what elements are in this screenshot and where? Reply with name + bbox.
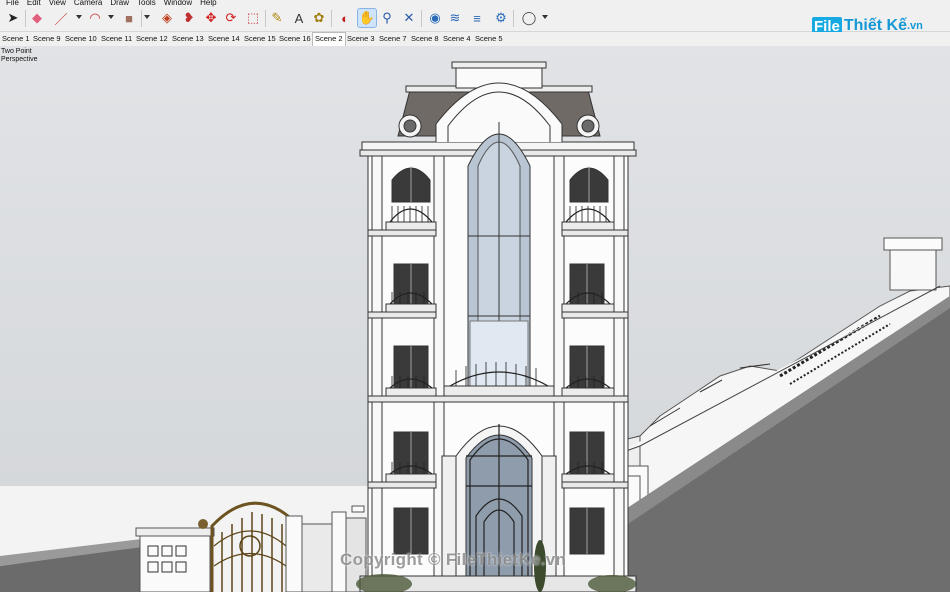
building-model-scene	[0, 46, 950, 592]
main-building	[359, 61, 637, 592]
menu-window[interactable]: Window	[164, 0, 192, 7]
chevron-down-icon[interactable]	[76, 15, 82, 19]
camera-mode-line1: Two Point	[1, 48, 32, 55]
chevron-down-icon[interactable]	[542, 15, 548, 19]
push-pull-icon[interactable]: ◈	[158, 9, 176, 27]
zoom-extents-icon[interactable]: ✕	[400, 9, 418, 27]
scene-tabs: Scene 1 Scene 9 Scene 10 Scene 11 Scene 12 Sc…	[0, 32, 950, 46]
toolbar-separator	[421, 10, 422, 27]
tape-measure-icon[interactable]: ✎	[268, 9, 286, 27]
rotate-icon[interactable]: ⟳	[222, 9, 240, 27]
zoom-icon[interactable]: ⚲	[378, 9, 396, 27]
menu-view[interactable]: View	[49, 0, 66, 7]
tab-scene-12[interactable]: Scene 12	[134, 33, 170, 45]
tab-scene-1[interactable]: Scene 1	[0, 33, 32, 45]
camera-mode-line2: Perspective	[1, 56, 38, 63]
toolbar-separator	[25, 10, 26, 27]
account-icon[interactable]: ◯	[520, 9, 538, 27]
toolbar-separator	[141, 10, 142, 27]
menu-help[interactable]: Help	[200, 0, 216, 7]
model-viewport[interactable]: Two Point Perspective Copyright © FileTh…	[0, 46, 950, 592]
menu-camera[interactable]: Camera	[74, 0, 102, 7]
menu-tools[interactable]: Tools	[137, 0, 156, 7]
select-arrow-icon[interactable]: ➤	[4, 9, 22, 27]
tab-scene-10[interactable]: Scene 10	[63, 33, 99, 45]
main-toolbar: ➤ ◆ ／ ◠ ■ ◈ ❥ ✥ ⟳ ⬚ ✎ A ✿ ◐ ✋ ⚲ ✕ ◉ ≋ ≡ ⚙ ◯	[0, 7, 950, 32]
pencil-line-icon[interactable]: ／	[52, 9, 70, 27]
gate-pillar	[135, 519, 215, 592]
menu-bar: File Edit View Camera Draw Tools Window Help	[0, 0, 950, 7]
extension-warehouse-icon[interactable]: ≋	[446, 9, 464, 27]
eraser-icon[interactable]: ◆	[28, 9, 46, 27]
tab-scene-14[interactable]: Scene 14	[206, 33, 242, 45]
scale-icon[interactable]: ⬚	[244, 9, 262, 27]
menu-file[interactable]: File	[6, 0, 19, 7]
arc-icon[interactable]: ◠	[86, 9, 104, 27]
tab-scene-8[interactable]: Scene 8	[409, 33, 441, 45]
menu-draw[interactable]: Draw	[110, 0, 129, 7]
paint-bucket-icon[interactable]: ✿	[310, 9, 328, 27]
logo-vn-text: .vn	[906, 20, 923, 32]
pan-hand-icon[interactable]: ✋	[357, 8, 377, 28]
tab-scene-15[interactable]: Scene 15	[242, 33, 278, 45]
move-icon[interactable]: ✥	[202, 9, 220, 27]
toolbar-separator	[331, 10, 332, 27]
text-icon[interactable]: A	[290, 9, 308, 27]
warehouse-icon[interactable]: ◉	[426, 9, 444, 27]
camera-mode-label: Two Point Perspective	[1, 48, 38, 64]
chevron-down-icon[interactable]	[144, 15, 150, 19]
follow-me-icon[interactable]: ❥	[180, 9, 198, 27]
layout-icon[interactable]: ≡	[468, 9, 486, 27]
extension-manager-icon[interactable]: ⚙	[492, 9, 510, 27]
chevron-down-icon[interactable]	[108, 15, 114, 19]
tab-scene-7[interactable]: Scene 7	[377, 33, 409, 45]
copyright-watermark: Copyright © FileThietKe.vn	[340, 550, 567, 569]
toolbar-separator	[265, 10, 266, 27]
tab-scene-2[interactable]: Scene 2	[312, 32, 346, 46]
toolbar-separator	[513, 10, 514, 27]
rectangle-shape-icon[interactable]: ■	[120, 9, 138, 27]
orbit-icon[interactable]: ◐	[336, 9, 354, 27]
menu-edit[interactable]: Edit	[27, 0, 41, 7]
tab-scene-5[interactable]: Scene 5	[473, 33, 505, 45]
tab-scene-9[interactable]: Scene 9	[31, 33, 63, 45]
tab-scene-16[interactable]: Scene 16	[277, 33, 313, 45]
tab-scene-4[interactable]: Scene 4	[441, 33, 473, 45]
tab-scene-11[interactable]: Scene 11	[99, 33, 134, 45]
tab-scene-3[interactable]: Scene 3	[345, 33, 377, 45]
tab-scene-13[interactable]: Scene 13	[170, 33, 206, 45]
